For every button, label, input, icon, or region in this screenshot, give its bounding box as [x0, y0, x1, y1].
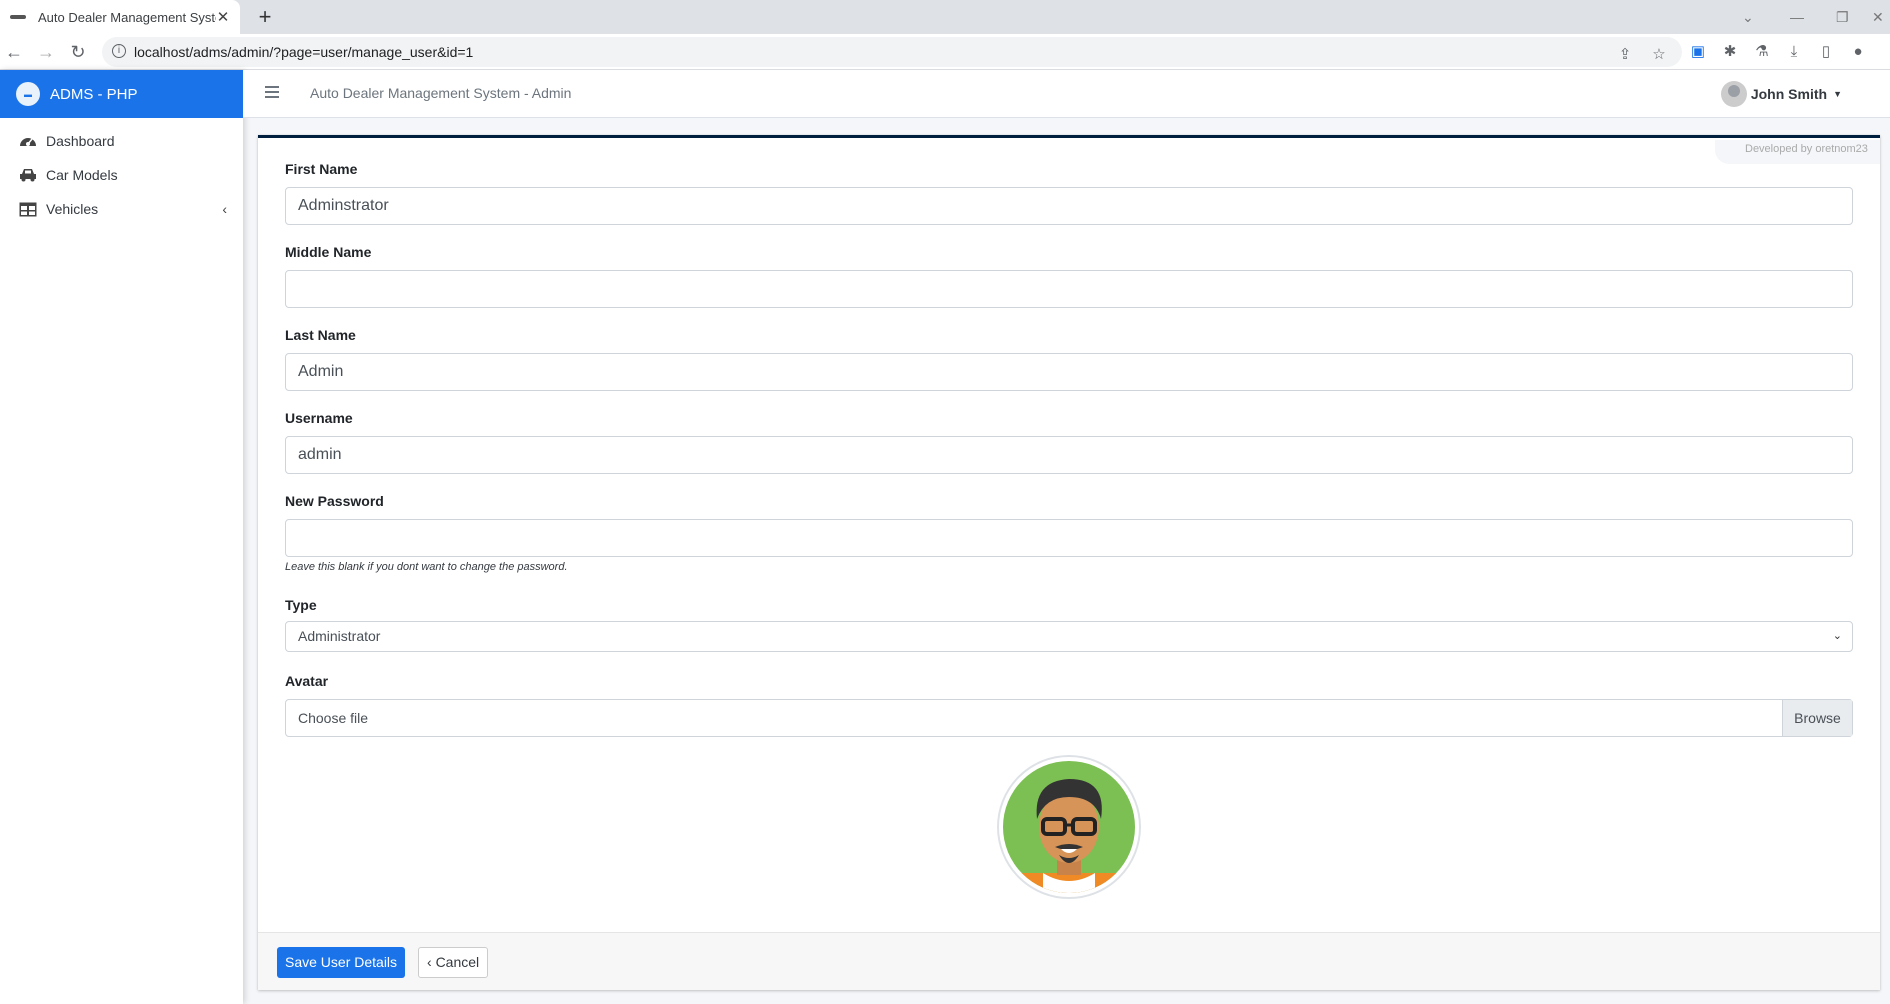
password-input[interactable] [285, 519, 1853, 557]
brand-link[interactable]: ▬ ADMS - PHP [0, 70, 243, 118]
last-name-label: Last Name [285, 327, 356, 343]
chevron-down-icon: ⌄ [1832, 630, 1842, 642]
tab-search-icon[interactable]: ⌄ [1742, 0, 1754, 34]
bookmark-star-icon[interactable]: ☆ [1649, 45, 1669, 65]
browse-button[interactable]: Browse [1782, 700, 1852, 736]
back-icon[interactable]: ← [2, 40, 26, 64]
avatar-preview-image [997, 755, 1141, 899]
type-label: Type [285, 597, 317, 613]
middle-name-input[interactable] [285, 270, 1853, 308]
user-menu[interactable]: John Smith ▼ [1720, 81, 1842, 107]
tachometer-icon [18, 132, 38, 150]
reload-icon[interactable]: ↻ [66, 40, 90, 64]
username-label: Username [285, 410, 353, 426]
username-group: Username admin [285, 410, 1853, 474]
avatar-illustration [1003, 761, 1135, 893]
chevron-left-icon: ‹ [427, 954, 436, 970]
middle-name-label: Middle Name [285, 244, 372, 260]
avatar-group: Avatar Choose file Browse [285, 673, 1853, 737]
puzzle-icon[interactable]: ✱ [1720, 42, 1740, 62]
card-footer: Save User Details ‹ Cancel [258, 932, 1880, 990]
cancel-button[interactable]: ‹ Cancel [418, 947, 489, 978]
chevron-left-icon: ‹ [222, 201, 227, 217]
password-help-text: Leave this blank if you dont want to cha… [285, 561, 568, 573]
car-icon [18, 166, 38, 184]
flask-icon[interactable]: ⚗ [1752, 42, 1772, 62]
user-name: John Smith [1750, 86, 1828, 102]
avatar-label: Avatar [285, 673, 329, 689]
save-button[interactable]: Save User Details [277, 947, 406, 978]
file-placeholder: Choose file [298, 710, 369, 726]
system-name: Auto Dealer Management System - Admin [310, 85, 572, 101]
last-name-group: Last Name Admin [285, 327, 1853, 391]
share-icon[interactable]: ⇪ [1615, 45, 1635, 65]
forward-icon[interactable]: → [34, 40, 58, 64]
site-info-icon[interactable]: i [112, 44, 126, 58]
download-icon[interactable]: ⤓ [1784, 42, 1804, 62]
restore-icon[interactable]: ❐ [1836, 0, 1849, 34]
tab-title: Auto Dealer Management System [38, 9, 216, 25]
sidebar-item-car-models[interactable]: Car Models [0, 158, 243, 192]
first-name-group: First Name Adminstrator [285, 161, 1853, 225]
password-label: New Password [285, 493, 384, 509]
avatar-file-input[interactable]: Choose file Browse [285, 699, 1853, 737]
sidebar-item-label: Car Models [46, 167, 118, 183]
avatar [1720, 81, 1747, 107]
last-name-input[interactable]: Admin [285, 353, 1853, 391]
type-select[interactable]: Administrator ⌄ [285, 621, 1853, 652]
brand-text: ADMS - PHP [50, 85, 138, 103]
cancel-label: Cancel [435, 954, 480, 970]
brand-logo-icon: ▬ [16, 82, 40, 106]
type-group: Type Administrator ⌄ [285, 597, 1853, 652]
user-form-card: Developed by oretnom23 First Name Admins… [258, 135, 1880, 990]
browser-tab[interactable]: Auto Dealer Management System ✕ [0, 0, 240, 34]
site-favicon [10, 15, 26, 19]
table-icon [18, 200, 38, 218]
address-bar[interactable]: i localhost/adms/admin/?page=user/manage… [102, 37, 1682, 67]
close-window-icon[interactable]: ✕ [1872, 0, 1884, 34]
close-tab-icon[interactable]: ✕ [216, 8, 230, 26]
minimize-icon[interactable]: — [1790, 0, 1804, 34]
sidebar-item-label: Dashboard [46, 133, 115, 149]
username-input[interactable]: admin [285, 436, 1853, 474]
caret-down-icon: ▼ [1833, 89, 1842, 99]
top-navbar: Auto Dealer Management System - Admin Jo… [243, 70, 1890, 118]
type-selected-value: Administrator [298, 628, 381, 644]
hamburger-menu-icon[interactable] [265, 86, 279, 101]
profile-icon[interactable]: ● [1848, 42, 1868, 62]
first-name-input[interactable]: Adminstrator [285, 187, 1853, 225]
sidebar: ▬ ADMS - PHP Dashboard Car Models Vehicl… [0, 70, 243, 1004]
first-name-label: First Name [285, 161, 358, 177]
sidebar-item-vehicles[interactable]: Vehicles ‹ [0, 192, 243, 226]
new-tab-icon[interactable]: + [252, 4, 278, 30]
password-group: New Password Leave this blank if you don… [285, 493, 1853, 573]
extension-icon[interactable]: ▣ [1688, 42, 1708, 62]
url-text: localhost/adms/admin/?page=user/manage_u… [134, 44, 474, 60]
middle-name-group: Middle Name [285, 244, 1853, 308]
sidebar-item-label: Vehicles [46, 201, 99, 217]
browser-tabstrip: Auto Dealer Management System ✕ + ⌄ — ❐ … [0, 0, 1890, 34]
browser-toolbar: ← → ↻ i localhost/adms/admin/?page=user/… [0, 34, 1890, 70]
sidebar-item-dashboard[interactable]: Dashboard [0, 124, 243, 158]
sidepanel-icon[interactable]: ▯ [1816, 42, 1836, 62]
